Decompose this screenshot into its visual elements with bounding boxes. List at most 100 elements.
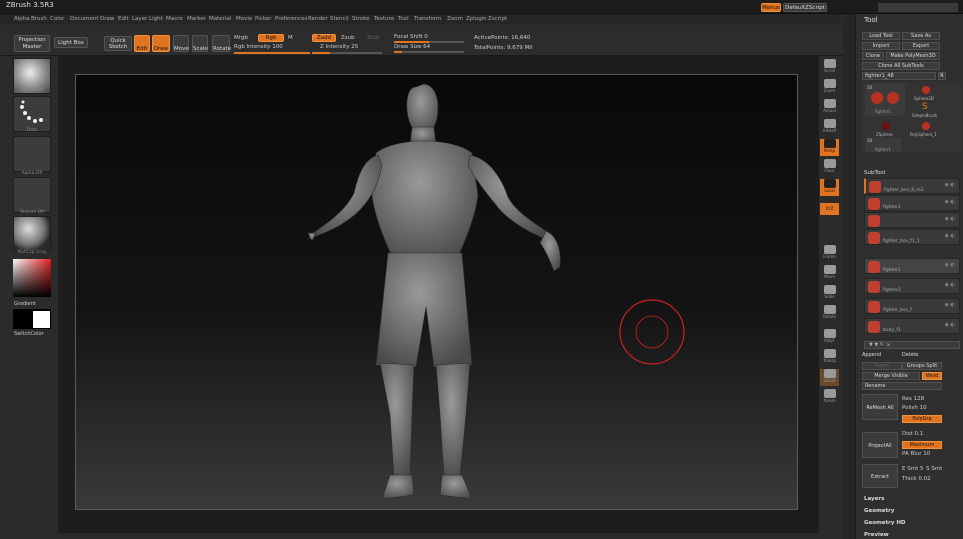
tool-thumb-fighter-small[interactable]: 10 fighter1 xyxy=(865,138,901,152)
menu-edit[interactable]: Edit xyxy=(118,16,129,22)
xpose-button[interactable]: Xpose xyxy=(820,389,839,406)
secondary-color-swatch[interactable] xyxy=(33,311,50,328)
scale-view-button[interactable]: Scale xyxy=(820,285,839,302)
m-button[interactable]: M xyxy=(288,35,293,41)
subtool-item[interactable]: ◉ ◐ xyxy=(864,212,960,228)
menus-toggle-button[interactable]: Menus xyxy=(761,3,781,12)
current-tool-slider[interactable]: fighter1_48 xyxy=(862,72,936,80)
subtool-item[interactable]: body_f1 ◉ ◐ xyxy=(864,318,960,334)
menu-zscript[interactable]: Zscript xyxy=(488,16,507,22)
move-button[interactable]: Move xyxy=(173,35,189,52)
geometry-section[interactable]: Geometry xyxy=(864,508,894,514)
insert-button[interactable]: Insert xyxy=(862,362,902,370)
menu-movie[interactable]: Movie xyxy=(236,16,252,22)
rotate-button[interactable]: Rotate xyxy=(212,35,231,52)
scale-button[interactable]: Scale xyxy=(192,35,208,52)
layers-section[interactable]: Layers xyxy=(864,496,884,502)
load-tool-button[interactable]: Load Tool xyxy=(862,32,900,40)
menu-material[interactable]: Material xyxy=(209,16,231,22)
merge-visible-button[interactable]: Merge Visible xyxy=(862,372,920,380)
make-polymesh-button[interactable]: Make PolyMesh3D xyxy=(886,52,940,60)
gradient-label[interactable]: Gradient xyxy=(14,301,36,307)
move-view-button[interactable]: Move xyxy=(820,265,839,282)
menu-zoom[interactable]: Zoom xyxy=(447,16,463,22)
subtool-item[interactable]: fighter2 ◉ ◐ xyxy=(864,278,960,294)
tool-thumb-fighter[interactable]: 10 fighter1 xyxy=(865,84,905,116)
menu-preferences[interactable]: Preferences xyxy=(275,16,307,22)
zoom-button[interactable]: Zoom xyxy=(820,79,839,96)
quick-sketch-button[interactable]: Quick Sketch xyxy=(104,36,132,51)
menu-tool[interactable]: Tool xyxy=(398,16,409,22)
menu-alpha[interactable]: Alpha xyxy=(14,16,30,22)
s-smt-slider[interactable]: S Smt xyxy=(926,466,942,472)
menu-color[interactable]: Color xyxy=(50,16,64,22)
actual-button[interactable]: Actual xyxy=(820,99,839,116)
projection-master-button[interactable]: Projection Master xyxy=(14,35,50,52)
menu-light[interactable]: Light xyxy=(149,16,163,22)
menu-zplugin[interactable]: Zplugin xyxy=(466,16,487,22)
clone-button[interactable]: Clone xyxy=(862,52,884,60)
dist-slider[interactable]: Dist 0.1 xyxy=(902,431,923,437)
rename-button[interactable]: Rename xyxy=(862,382,942,390)
delete-button[interactable]: Delete xyxy=(902,352,942,360)
subtool-item[interactable]: fighter_bsv_8_re2 ◉ ◐ xyxy=(864,178,960,194)
menu-marker[interactable]: Marker xyxy=(187,16,206,22)
transp-button[interactable]: Transp xyxy=(820,349,839,366)
window-controls[interactable] xyxy=(878,3,958,12)
zadd-button[interactable]: Zadd xyxy=(312,34,336,42)
ghost-button[interactable]: Ghost xyxy=(820,369,839,386)
zsub-button[interactable]: Zsub xyxy=(341,35,355,41)
canvas[interactable] xyxy=(75,74,798,510)
project-all-button[interactable]: ProjectAll xyxy=(862,432,898,458)
edit-button[interactable]: Edit xyxy=(134,35,150,52)
xyz-button[interactable]: XYZ xyxy=(820,203,839,215)
menu-document[interactable]: Document xyxy=(70,16,99,22)
polyf-button[interactable]: PolyF xyxy=(820,329,839,346)
subtool-item[interactable]: fighter1 ◉ ◐ xyxy=(864,258,960,274)
polygrp-button[interactable]: PolyGrp xyxy=(902,415,942,423)
remesh-all-button[interactable]: ReMesh All xyxy=(862,394,898,420)
geometry-hd-section[interactable]: Geometry HD xyxy=(864,520,906,526)
clone-all-subtools-button[interactable]: Clone All SubTools xyxy=(862,62,940,70)
rgb-button[interactable]: Rgb xyxy=(258,34,284,42)
zcut-button[interactable]: Zcut xyxy=(367,35,379,41)
e-smt-slider[interactable]: E Smt 5 xyxy=(902,466,923,472)
tool-r-button[interactable]: R xyxy=(938,72,946,80)
draw-button[interactable]: Draw xyxy=(152,35,170,52)
weld-button[interactable]: Weld xyxy=(922,372,942,380)
draw-size-slider[interactable] xyxy=(394,51,464,53)
menu-brush[interactable]: Brush xyxy=(31,16,47,22)
light-box-button[interactable]: Light Box xyxy=(54,37,88,48)
switch-color-label[interactable]: SwitchColor xyxy=(14,331,44,337)
menu-render[interactable]: Render xyxy=(308,16,328,22)
subtool-item[interactable]: fighter1 ◉ ◐ xyxy=(864,195,960,211)
texture-thumbnail[interactable] xyxy=(13,177,51,213)
maximum-button[interactable]: Maximum xyxy=(902,441,942,449)
append-button[interactable]: Append xyxy=(862,352,902,360)
subtool-arrows[interactable]: ▼ ▼ ⇱ ⇲ xyxy=(864,341,960,349)
res-slider[interactable]: Res 128 xyxy=(902,396,924,402)
pa-blur-slider[interactable]: PA Blur 10 xyxy=(902,451,930,457)
preview-section[interactable]: Preview xyxy=(864,532,889,538)
menu-transform[interactable]: Transform xyxy=(414,16,441,22)
subtool-header[interactable]: SubTool xyxy=(864,170,885,176)
save-as-button[interactable]: Save As xyxy=(902,32,940,40)
thick-slider[interactable]: Thick 0.02 xyxy=(902,476,931,482)
menu-stroke[interactable]: Stroke xyxy=(352,16,370,22)
frame-button[interactable]: Frame xyxy=(820,245,839,262)
scroll-button[interactable]: Scroll xyxy=(820,59,839,76)
material-thumbnail[interactable] xyxy=(13,216,51,252)
menu-picker[interactable]: Picker xyxy=(255,16,271,22)
import-button[interactable]: Import xyxy=(862,42,900,50)
rgb-intensity-slider[interactable] xyxy=(234,52,310,54)
persp-button[interactable]: Persp xyxy=(820,139,839,156)
alpha-thumbnail[interactable] xyxy=(13,136,51,172)
menu-draw[interactable]: Draw xyxy=(100,16,114,22)
stroke-thumbnail[interactable] xyxy=(13,96,51,132)
menu-stencil[interactable]: Stencil xyxy=(330,16,349,22)
tool-panel-scrollbar[interactable] xyxy=(843,14,855,539)
aahalf-button[interactable]: AAHalf xyxy=(820,119,839,136)
menu-macro[interactable]: Macro xyxy=(166,16,183,22)
extract-button[interactable]: Extract xyxy=(862,464,898,488)
focal-shift-slider[interactable] xyxy=(394,41,464,43)
